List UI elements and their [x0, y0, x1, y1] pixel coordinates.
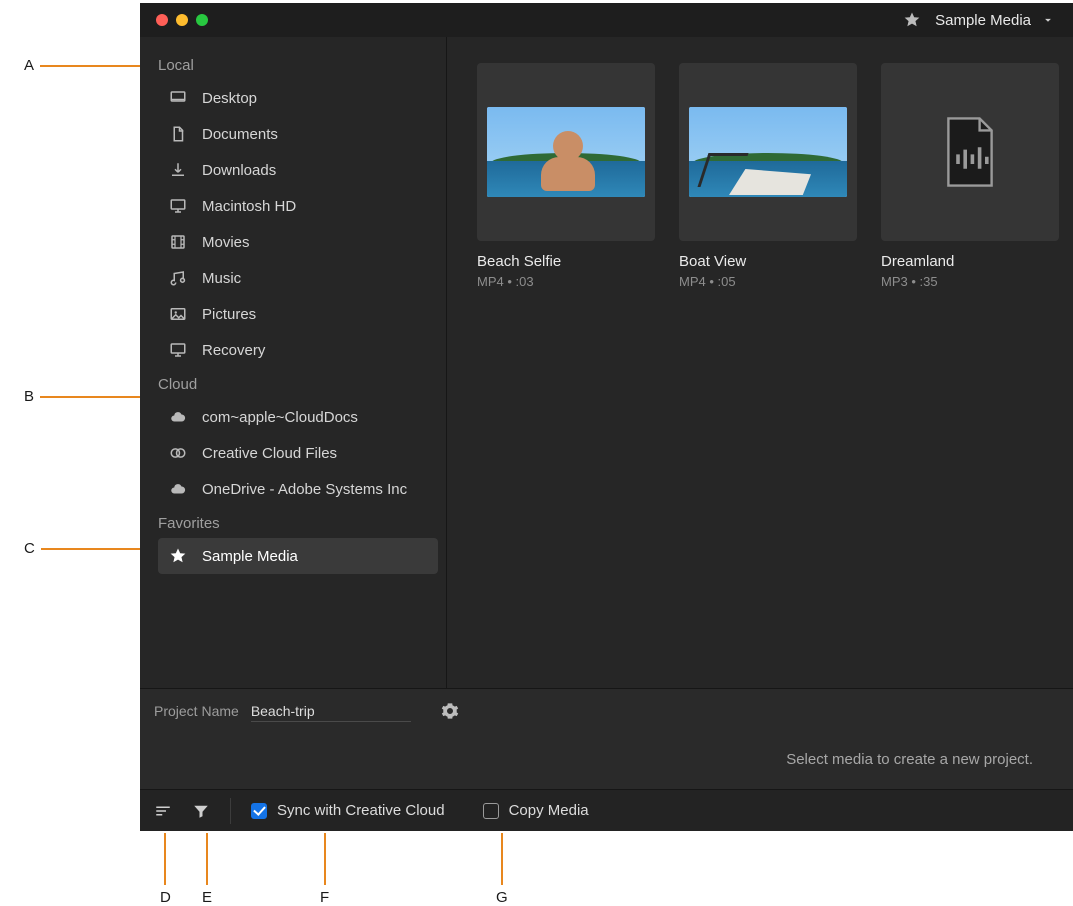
callout-g: G — [496, 889, 508, 906]
project-name-input[interactable] — [251, 701, 411, 722]
film-icon — [168, 233, 188, 251]
sidebar-item-macintosh-hd[interactable]: Macintosh HD — [158, 188, 438, 224]
cclogo-icon — [168, 444, 188, 462]
sidebar-item-label: Music — [202, 270, 241, 287]
media-thumbnail — [477, 63, 655, 241]
sidebar: Local Desktop Documents Downloads Macintosh … — [140, 37, 446, 688]
sidebar-item-label: Creative Cloud Files — [202, 445, 337, 462]
sidebar-item-label: Sample Media — [202, 548, 298, 565]
media-thumbnail — [679, 63, 857, 241]
filter-icon[interactable] — [192, 802, 210, 820]
media-meta: MP4 • :05 — [679, 274, 857, 289]
sidebar-item-music[interactable]: Music — [158, 260, 438, 296]
media-thumbnail — [881, 63, 1059, 241]
callout-e: E — [202, 889, 212, 906]
checkbox-icon — [483, 803, 499, 819]
sidebar-item-label: Downloads — [202, 162, 276, 179]
download-icon — [168, 161, 188, 179]
sync-label: Sync with Creative Cloud — [277, 802, 445, 819]
media-card[interactable]: Beach Selfie MP4 • :03 — [477, 63, 655, 289]
audio-file-icon — [941, 116, 999, 188]
callout-b: B — [24, 388, 34, 405]
sidebar-section-header: Local — [158, 49, 438, 80]
favorite-star-icon[interactable] — [903, 11, 921, 29]
callout-c: C — [24, 540, 35, 557]
path-dropdown[interactable]: Sample Media — [935, 11, 1057, 29]
gear-icon[interactable] — [441, 702, 459, 720]
close-window-button[interactable] — [156, 14, 168, 26]
project-name-label: Project Name — [154, 703, 239, 719]
document-icon — [168, 125, 188, 143]
sidebar-item-sample-media[interactable]: Sample Media — [158, 538, 438, 574]
sidebar-item-label: Pictures — [202, 306, 256, 323]
cloud-icon — [168, 408, 188, 426]
cloud-icon — [168, 480, 188, 498]
sidebar-item-pictures[interactable]: Pictures — [158, 296, 438, 332]
sidebar-item-desktop[interactable]: Desktop — [158, 80, 438, 116]
media-meta: MP3 • :35 — [881, 274, 1059, 289]
star-icon — [168, 547, 188, 565]
callout-f: F — [320, 889, 329, 906]
sidebar-item-onedrive-adobe-systems-inc[interactable]: OneDrive - Adobe Systems Inc — [158, 471, 438, 507]
empty-state-hint: Select media to create a new project. — [786, 751, 1033, 768]
chevron-down-icon — [1039, 11, 1057, 29]
app-window: Sample Media Local Desktop Documents Downlo… — [140, 3, 1073, 831]
callout-d: D — [160, 889, 171, 906]
sidebar-item-label: Documents — [202, 126, 278, 143]
media-meta: MP4 • :03 — [477, 274, 655, 289]
sidebar-item-recovery[interactable]: Recovery — [158, 332, 438, 368]
sidebar-item-label: Recovery — [202, 342, 265, 359]
copy-label: Copy Media — [509, 802, 589, 819]
sidebar-item-label: OneDrive - Adobe Systems Inc — [202, 481, 407, 498]
window-controls — [156, 14, 208, 26]
sidebar-item-label: Desktop — [202, 90, 257, 107]
sidebar-item-com-apple-clouddocs[interactable]: com~apple~CloudDocs — [158, 399, 438, 435]
callout-a: A — [24, 57, 34, 74]
media-grid: Beach Selfie MP4 • :03 Boat View MP4 • :05 D… — [446, 37, 1073, 688]
sidebar-section-header: Favorites — [158, 507, 438, 538]
media-card[interactable]: Dreamland MP3 • :35 — [881, 63, 1059, 289]
media-title: Beach Selfie — [477, 253, 655, 270]
sidebar-item-label: Macintosh HD — [202, 198, 296, 215]
divider — [230, 798, 231, 824]
checkbox-icon — [251, 803, 267, 819]
lower-panel: Project Name Select media to create a ne… — [140, 688, 1073, 831]
sidebar-item-documents[interactable]: Documents — [158, 116, 438, 152]
path-label: Sample Media — [935, 12, 1031, 29]
maximize-window-button[interactable] — [196, 14, 208, 26]
music-icon — [168, 269, 188, 287]
sidebar-item-label: Movies — [202, 234, 250, 251]
titlebar: Sample Media — [140, 3, 1073, 37]
image-icon — [168, 305, 188, 323]
sidebar-item-downloads[interactable]: Downloads — [158, 152, 438, 188]
sync-creative-cloud-option[interactable]: Sync with Creative Cloud — [251, 802, 445, 819]
sort-icon[interactable] — [154, 802, 172, 820]
sidebar-item-label: com~apple~CloudDocs — [202, 409, 358, 426]
sidebar-section-header: Cloud — [158, 368, 438, 399]
media-card[interactable]: Boat View MP4 • :05 — [679, 63, 857, 289]
media-title: Dreamland — [881, 253, 1059, 270]
sidebar-item-movies[interactable]: Movies — [158, 224, 438, 260]
bottom-bar: Sync with Creative Cloud Copy Media — [140, 789, 1073, 831]
copy-media-option[interactable]: Copy Media — [483, 802, 589, 819]
minimize-window-button[interactable] — [176, 14, 188, 26]
sidebar-item-creative-cloud-files[interactable]: Creative Cloud Files — [158, 435, 438, 471]
monitor-icon — [168, 197, 188, 215]
media-title: Boat View — [679, 253, 857, 270]
desktop-icon — [168, 89, 188, 107]
monitor-icon — [168, 341, 188, 359]
